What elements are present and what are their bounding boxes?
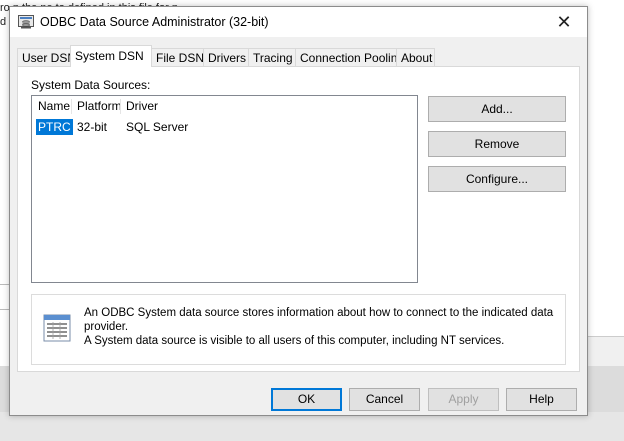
list-item[interactable]: PTRC 32-bit SQL Server: [32, 119, 417, 136]
system-data-sources-label: System Data Sources:: [31, 78, 151, 92]
row-driver: SQL Server: [126, 120, 189, 134]
list-header: Name Platform Driver: [32, 96, 417, 116]
cancel-button[interactable]: Cancel: [349, 388, 420, 411]
row-platform: 32-bit: [77, 120, 108, 134]
tab-about[interactable]: About: [396, 48, 435, 66]
info-line: A System data source is visible to all u…: [84, 335, 505, 347]
column-header-name[interactable]: Name: [38, 99, 70, 113]
tab-label: System DSN: [75, 49, 144, 63]
tab-system-dsn[interactable]: System DSN: [70, 45, 152, 67]
tab-connection-pooling[interactable]: Connection Pooling: [295, 48, 404, 66]
odbc-dialog: ODBC Data Source Administrator (32-bit) …: [9, 6, 588, 416]
window-title: ODBC Data Source Administrator (32-bit): [40, 15, 269, 29]
info-box: An ODBC System data source stores inform…: [31, 294, 566, 365]
system-dsn-panel: System Data Sources: Name Platform Drive…: [17, 66, 580, 372]
tab-label: About: [401, 51, 433, 65]
configure-button[interactable]: Configure...: [428, 166, 566, 192]
background-text-line: d: [0, 16, 7, 28]
data-sources-list[interactable]: Name Platform Driver PTRC 32-bit SQL Ser…: [31, 95, 418, 283]
remove-button[interactable]: Remove: [428, 131, 566, 157]
row-name[interactable]: PTRC: [36, 119, 73, 135]
ok-button[interactable]: OK: [271, 388, 342, 411]
background-panel: [586, 336, 624, 367]
close-button[interactable]: ✕: [541, 7, 587, 37]
apply-button[interactable]: Apply: [428, 388, 499, 411]
help-button[interactable]: Help: [506, 388, 577, 411]
tab-user-dsn[interactable]: User DSN: [17, 48, 76, 66]
tab-label: Connection Pooling: [300, 51, 405, 65]
tab-label: Tracing: [253, 51, 293, 65]
odbc-window-icon: [18, 15, 34, 29]
tab-label: Drivers: [208, 51, 246, 65]
data-source-list-icon: [42, 312, 74, 344]
tab-drivers[interactable]: Drivers: [203, 48, 249, 66]
info-description: An ODBC System data source stores inform…: [84, 306, 560, 348]
column-header-driver[interactable]: Driver: [126, 99, 158, 113]
tab-tracing[interactable]: Tracing: [248, 48, 296, 66]
column-header-platform[interactable]: Platform: [77, 99, 122, 113]
add-button[interactable]: Add...: [428, 96, 566, 122]
tab-label: User DSN: [22, 51, 77, 65]
info-line: An ODBC System data source stores inform…: [84, 307, 554, 333]
tab-label: File DSN: [156, 51, 205, 65]
background-panel: [0, 412, 624, 441]
close-icon: ✕: [556, 11, 572, 32]
title-bar[interactable]: ODBC Data Source Administrator (32-bit) …: [10, 7, 587, 37]
column-separator[interactable]: [120, 99, 121, 114]
tab-file-dsn[interactable]: File DSN: [151, 48, 204, 66]
column-separator[interactable]: [71, 99, 72, 114]
